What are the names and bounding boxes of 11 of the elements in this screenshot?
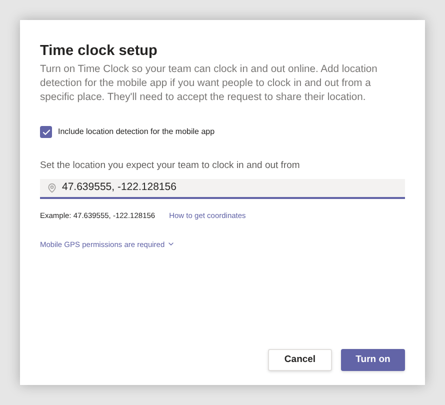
cancel-button[interactable]: Cancel (268, 349, 332, 371)
checkbox[interactable] (40, 126, 52, 138)
check-icon (42, 128, 50, 136)
checkbox-label: Include location detection for the mobile app (58, 126, 215, 138)
description: Turn on Time Clock so your team can clock in and out online. Add location detection for the mobile app if you want people to clock in and out from a specific place. They'll need to accept the request to share their location. (40, 63, 378, 105)
turn-on-button[interactable]: Turn on (341, 349, 405, 371)
location-input: 47.639555, -122.128156 (62, 180, 398, 196)
location-pin-icon (47, 183, 57, 194)
field-label: Set the location you expect your team to clock in and out from (40, 159, 301, 173)
dialog-title: Time clock setup (40, 42, 158, 60)
location-field[interactable]: 47.639555, -122.128156 (40, 179, 405, 200)
